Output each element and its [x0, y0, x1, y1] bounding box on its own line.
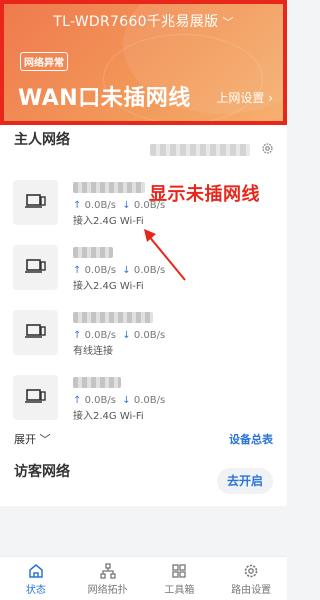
guest-network-card: 访客网络 去开启: [0, 458, 287, 506]
download-arrow-icon: ↓: [122, 265, 131, 276]
expand-label: 展开: [14, 433, 36, 446]
tab-router-settings[interactable]: 路由设置: [215, 557, 287, 600]
download-arrow-icon: ↓: [122, 395, 131, 406]
tab-toolbox[interactable]: 工具箱: [144, 557, 216, 600]
wan-status-text: WAN口未插网线: [18, 86, 191, 111]
upload-arrow-icon: ↑: [73, 395, 82, 406]
upload-arrow-icon: ↑: [73, 200, 82, 211]
device-name-blurred: [73, 247, 113, 258]
tab-label: 状态: [25, 585, 46, 596]
upload-speed: 0.0B/s: [84, 265, 116, 276]
download-speed: 0.0B/s: [133, 395, 166, 406]
router-selector[interactable]: TL-WDR7660千兆易展版 ﹀: [4, 11, 283, 31]
device-name-blurred: [73, 182, 145, 193]
guest-network-title: 访客网络: [14, 464, 70, 480]
device-icon-box: [13, 245, 58, 290]
tab-status[interactable]: 状态: [0, 557, 72, 600]
status-badge: 网络异常: [20, 52, 68, 71]
chevron-down-icon: ﹀: [222, 16, 234, 29]
device-name-blurred: [73, 312, 153, 323]
tab-label: 工具箱: [164, 585, 195, 596]
bottom-tab-bar: 状态 网络拓扑 工具箱 路由设置: [0, 556, 287, 600]
download-arrow-icon: ↓: [122, 330, 131, 341]
device-icon-box: [13, 375, 58, 420]
download-speed: 0.0B/s: [133, 330, 166, 341]
tab-label: 网络拓扑: [87, 585, 128, 596]
topology-icon: [99, 563, 116, 579]
tab-topology[interactable]: 网络拓扑: [72, 557, 144, 600]
app-screen: TL-WDR7660千兆易展版 ﹀ 网络异常 WAN口未插网线 上网设置 › 主人…: [0, 0, 287, 600]
download-arrow-icon: ↓: [122, 200, 131, 211]
device-connection: 有线连接: [73, 346, 113, 357]
upload-arrow-icon: ↑: [73, 330, 82, 341]
laptop-icon: [25, 324, 46, 338]
grid-icon: [172, 564, 187, 578]
upload-speed: 0.0B/s: [84, 395, 116, 406]
annotation-label: 显示未插网线: [149, 184, 260, 205]
device-item[interactable]: ↑ 0.0B/s ↓ 0.0B/s 接入2.4G Wi-Fi: [0, 375, 287, 435]
device-icon-box: [13, 180, 58, 225]
home-icon: [29, 564, 43, 578]
laptop-icon: [25, 259, 46, 273]
device-connection: 接入2.4G Wi-Fi: [73, 216, 144, 227]
router-status-header: TL-WDR7660千兆易展版 ﹀ 网络异常 WAN口未插网线 上网设置 ›: [0, 0, 287, 125]
laptop-icon: [25, 389, 46, 403]
guest-enable-button[interactable]: 去开启: [217, 468, 273, 494]
wifi-name-blurred: [150, 144, 250, 156]
device-name-blurred: [73, 377, 121, 388]
upload-speed: 0.0B/s: [84, 330, 116, 341]
tab-label: 路由设置: [231, 585, 272, 596]
device-speed: ↑ 0.0B/s ↓ 0.0B/s: [73, 395, 165, 406]
device-icon-box: [13, 310, 58, 355]
internet-settings-link[interactable]: 上网设置 ›: [216, 89, 273, 106]
all-devices-link[interactable]: 设备总表: [229, 431, 273, 447]
annotation-arrow: [144, 229, 186, 281]
laptop-icon: [25, 194, 46, 208]
device-connection: 接入2.4G Wi-Fi: [73, 411, 144, 422]
device-speed: ↑ 0.0B/s ↓ 0.0B/s: [73, 330, 165, 341]
expand-toggle[interactable]: 展开 ﹀: [14, 431, 51, 447]
device-item[interactable]: ↑ 0.0B/s ↓ 0.0B/s 有线连接: [0, 310, 287, 370]
gear-icon: [244, 564, 258, 578]
section-title: 主人网络: [14, 132, 70, 148]
settings-gear-icon[interactable]: [261, 142, 274, 155]
upload-speed: 0.0B/s: [84, 200, 116, 211]
upload-arrow-icon: ↑: [73, 265, 82, 276]
device-connection: 接入2.4G Wi-Fi: [73, 281, 144, 292]
router-model: TL-WDR7660千兆易展版: [53, 14, 219, 30]
chevron-down-icon: ﹀: [39, 433, 51, 446]
